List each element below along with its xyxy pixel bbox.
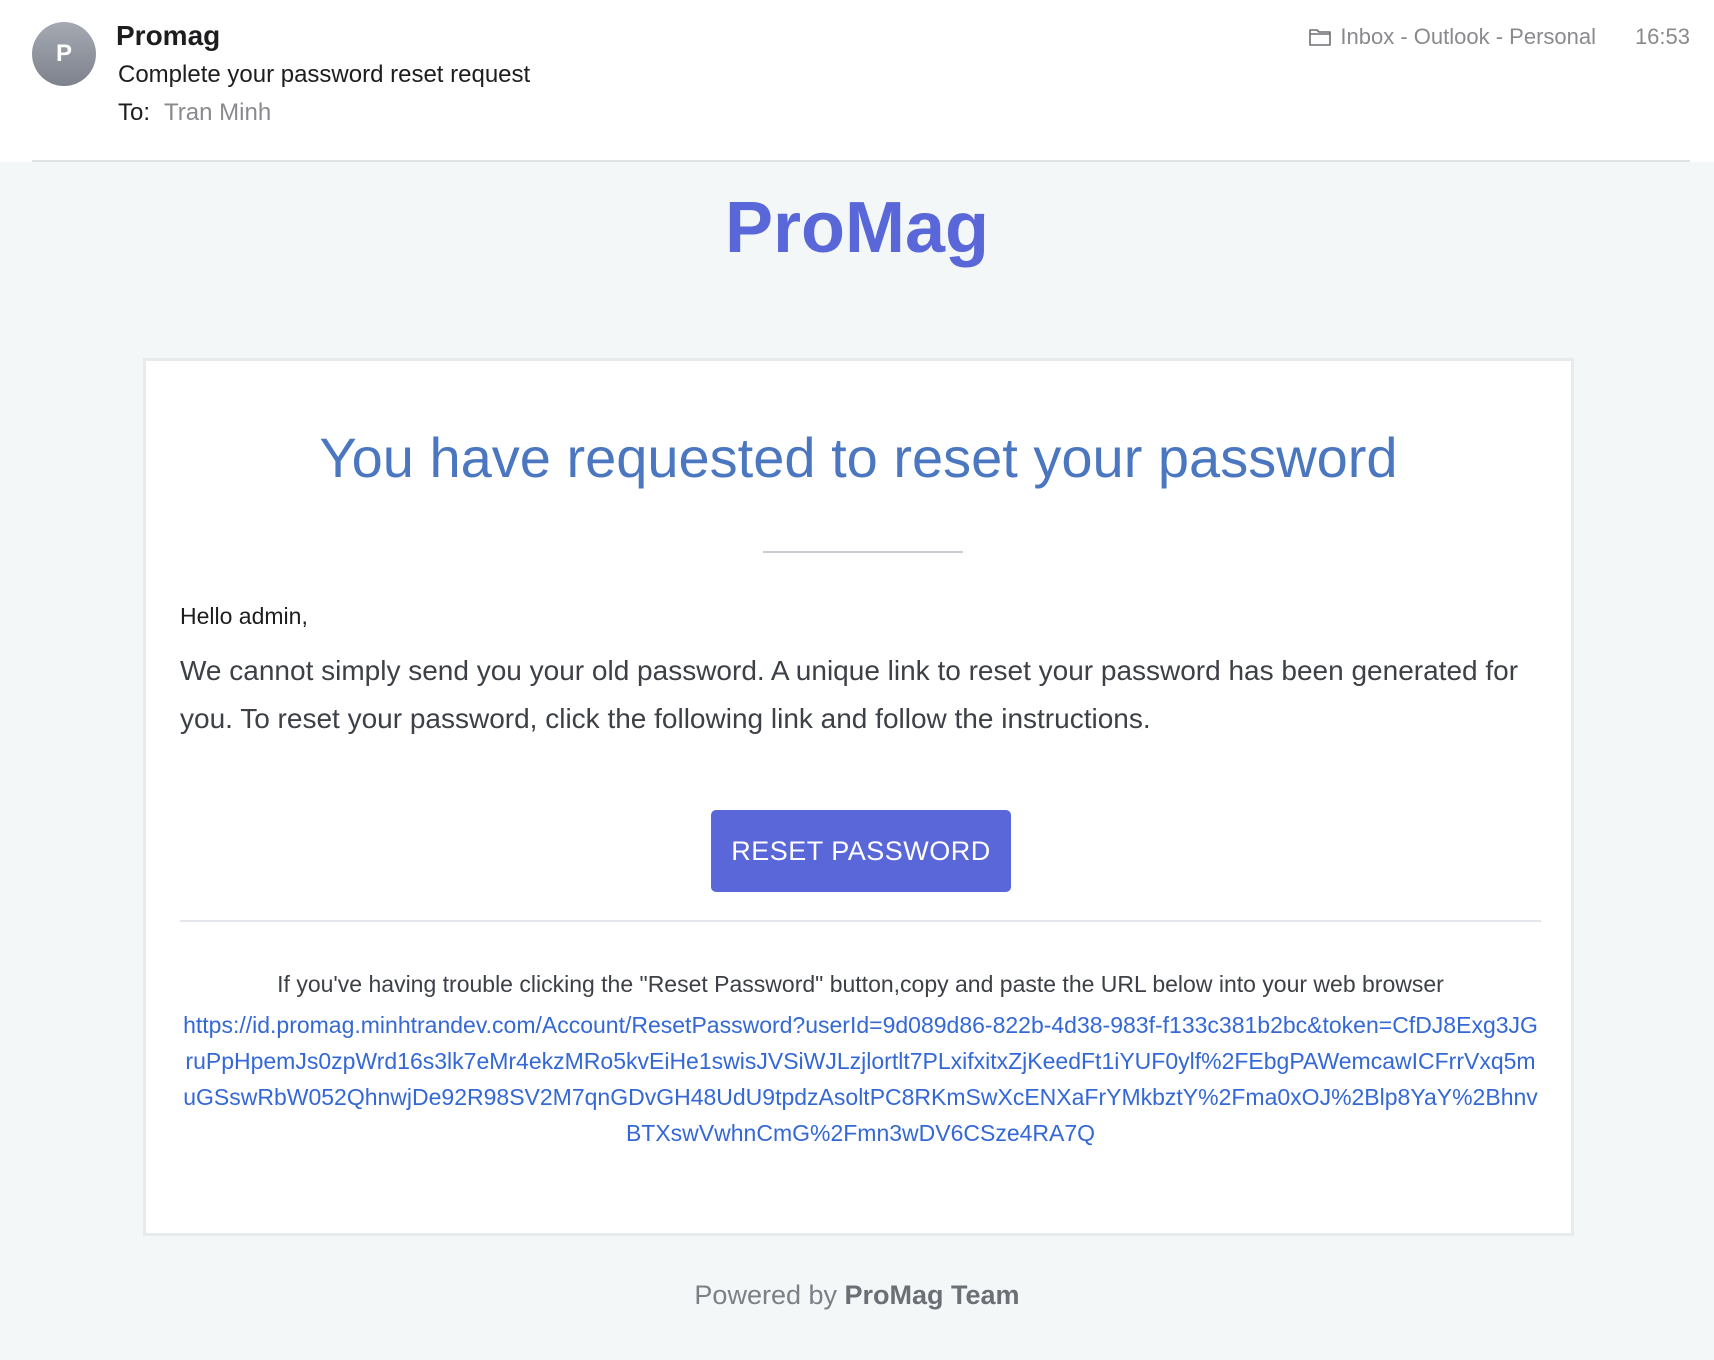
footer: Powered by ProMag Team: [0, 1280, 1714, 1311]
greeting: Hello admin,: [180, 603, 308, 629]
recipient-name[interactable]: Tran Minh: [164, 99, 271, 126]
folder-icon: [1309, 29, 1332, 46]
email-viewer: P Promag Complete your password reset re…: [0, 0, 1714, 1360]
email-subject: Complete your password reset request: [118, 61, 531, 88]
received-time: 16:53: [1634, 24, 1690, 49]
title-divider: [763, 551, 963, 553]
folder-label: Inbox - Outlook - Personal: [1340, 24, 1596, 49]
fallback-instructions: If you've having trouble clicking the "R…: [277, 971, 1444, 997]
brand-logo-text: ProMag: [724, 188, 990, 268]
message-card: You have requested to reset your passwor…: [143, 358, 1574, 1236]
mailbox-folder[interactable]: Inbox - Outlook - Personal: [1308, 24, 1596, 50]
email-header: P Promag Complete your password reset re…: [0, 0, 1714, 162]
instructions-paragraph: We cannot simply send you your old passw…: [180, 655, 1519, 734]
email-body: ProMag You have requested to reset your …: [0, 162, 1714, 1360]
reset-password-button[interactable]: RESET PASSWORD: [711, 810, 1011, 892]
recipient-row: To: Tran Minh: [118, 99, 271, 127]
reset-url-link[interactable]: https://id.promag.minhtrandev.com/Accoun…: [180, 1007, 1541, 1151]
to-label: To:: [118, 99, 151, 126]
footer-team: ProMag Team: [844, 1280, 1020, 1310]
message-title: You have requested to reset your passwor…: [319, 426, 1398, 489]
footer-prefix: Powered by: [694, 1280, 845, 1310]
sender-avatar: P: [32, 22, 96, 86]
card-divider: [180, 920, 1541, 922]
sender-name: Promag: [116, 20, 221, 51]
